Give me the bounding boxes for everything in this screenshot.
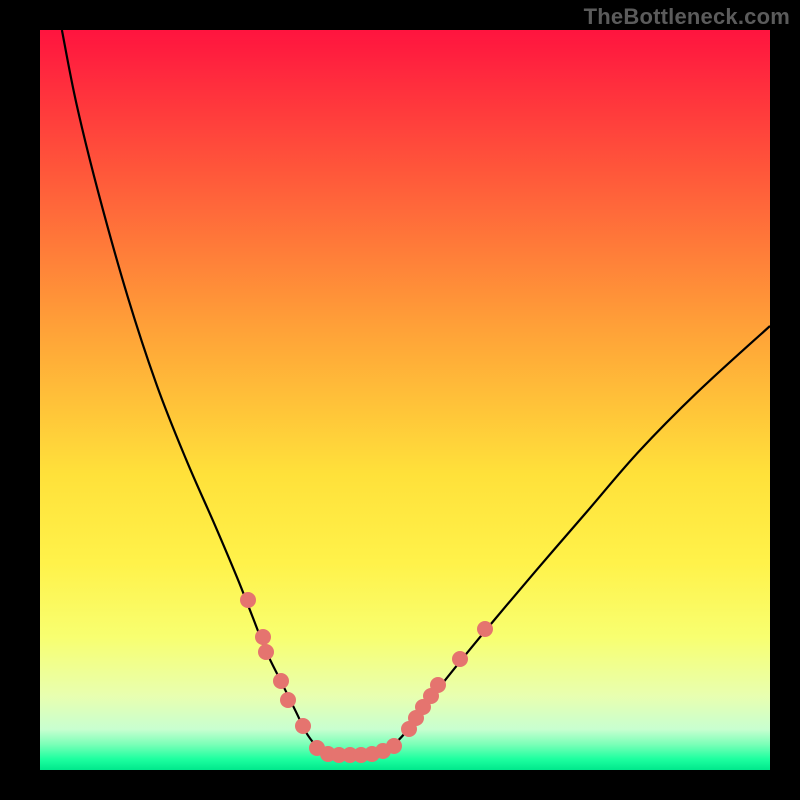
data-marker bbox=[452, 651, 468, 667]
chart-frame: TheBottleneck.com bbox=[0, 0, 800, 800]
background-gradient bbox=[40, 30, 770, 770]
plot-area bbox=[40, 30, 770, 770]
data-marker bbox=[255, 629, 271, 645]
watermark-text: TheBottleneck.com bbox=[584, 4, 790, 30]
data-marker bbox=[273, 673, 289, 689]
data-marker bbox=[430, 677, 446, 693]
data-marker bbox=[477, 621, 493, 637]
data-marker bbox=[240, 592, 256, 608]
data-marker bbox=[295, 718, 311, 734]
data-marker bbox=[386, 738, 402, 754]
data-marker bbox=[280, 692, 296, 708]
data-marker bbox=[258, 644, 274, 660]
